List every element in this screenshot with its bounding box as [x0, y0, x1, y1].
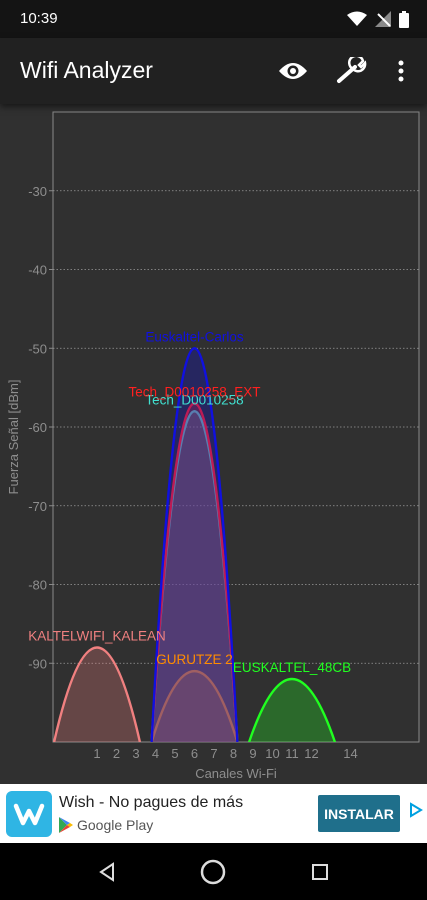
x-tick-label: 14 [343, 746, 357, 761]
home-icon [200, 859, 226, 885]
y-tick-label: -80 [28, 578, 47, 593]
signal-icon [375, 11, 391, 27]
y-tick-label: -30 [28, 184, 47, 199]
settings-button[interactable] [334, 54, 368, 88]
status-bar: 10:39 [0, 0, 427, 38]
x-tick-label: 12 [304, 746, 318, 761]
x-tick-label: 1 [93, 746, 100, 761]
wifi-channel-chart: -30 -40 -50 -60 -70 -80 -90 1 2 3 4 5 6 7 8 9 10 11 12 14 Ca… [0, 104, 427, 784]
recents-button[interactable] [305, 857, 335, 887]
wish-logo [6, 791, 52, 837]
app-bar: Wifi Analyzer [0, 38, 427, 104]
google-play-badge: Google Play [59, 817, 153, 833]
y-tick-label: -60 [28, 420, 47, 435]
battery-icon [399, 10, 409, 28]
eye-button[interactable] [276, 54, 310, 88]
back-button[interactable] [92, 857, 122, 887]
wifi-icon [347, 11, 367, 26]
app-title: Wifi Analyzer [20, 57, 153, 83]
x-tick-label: 4 [152, 746, 159, 761]
y-tick-label: -90 [28, 656, 47, 671]
google-play-icon [59, 817, 73, 833]
wrench-icon [337, 57, 367, 83]
wish-w-icon [13, 803, 45, 826]
network-label: KALTELWIFI_KALEAN [28, 629, 166, 644]
network-label: Euskaltel-Carlos [145, 329, 244, 344]
x-tick-label: 3 [132, 746, 139, 761]
ad-banner[interactable]: Wish - No pagues de más Google Play INST… [0, 784, 427, 843]
navigation-bar [0, 843, 427, 900]
y-tick-label: -70 [28, 499, 47, 514]
network-label: Tech_D0010258_EXT [128, 384, 260, 399]
more-options-button[interactable] [384, 54, 418, 88]
y-axis-label: Fuerza Señal [dBm] [6, 380, 21, 495]
ad-title: Wish - No pagues de más [59, 794, 244, 811]
x-tick-label: 9 [249, 746, 256, 761]
x-tick-label: 10 [265, 746, 279, 761]
x-axis-label: Canales Wi-Fi [195, 766, 277, 781]
x-tick-label: 5 [171, 746, 178, 761]
recents-icon [312, 864, 328, 880]
status-time: 10:39 [20, 10, 58, 27]
y-tick-label: -40 [28, 263, 47, 278]
x-tick-label: 6 [191, 746, 198, 761]
status-icons [347, 10, 409, 28]
more-vert-icon [398, 60, 404, 82]
y-tick-label: -50 [28, 341, 47, 356]
x-tick-label: 11 [285, 746, 299, 761]
home-button[interactable] [198, 857, 228, 887]
adchoices-icon[interactable] [409, 802, 423, 818]
network-label: EUSKALTEL_48CB [233, 660, 351, 675]
eye-icon [279, 63, 307, 79]
x-tick-label: 2 [113, 746, 120, 761]
google-play-label: Google Play [77, 817, 154, 833]
x-tick-label: 7 [210, 746, 217, 761]
install-button[interactable]: INSTALAR [318, 795, 400, 832]
chart-canvas: -30-40-50-60-70-80-901 2 3 4 5 6 7 8 9 10 11 12 14Ca… [6, 111, 420, 781]
x-tick-label: 8 [230, 746, 237, 761]
network-label: GURUTZE 2 [156, 652, 233, 667]
back-icon [99, 862, 114, 882]
